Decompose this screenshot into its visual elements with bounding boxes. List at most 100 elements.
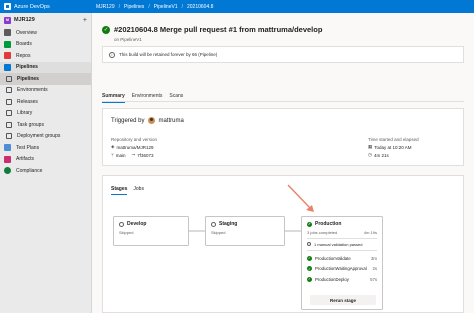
project-avatar: M — [4, 16, 11, 24]
breadcrumb-separator: / — [181, 3, 183, 10]
skipped-icon — [211, 221, 216, 227]
stage-develop[interactable]: Develop Skipped — [113, 216, 189, 246]
main-content: ✓ #20210604.8 Merge pull request #1 from… — [92, 13, 474, 313]
job-time: 2s — [372, 266, 377, 272]
job-name: ProductionDeploy — [315, 276, 349, 282]
tab-environments[interactable]: Environments — [132, 93, 163, 103]
compliance-icon — [4, 167, 11, 175]
tab-summary[interactable]: Summary — [102, 93, 125, 103]
sidebar-item-task-groups[interactable]: Task groups — [0, 119, 91, 131]
job-time: 3m — [371, 255, 377, 261]
project-name: MJR129 — [14, 17, 35, 23]
test-plans-icon — [4, 144, 11, 152]
retention-banner: i This build will be retained forever by… — [102, 46, 464, 63]
breadcrumb-run[interactable]: 20210604.8 — [187, 4, 213, 10]
sidebar-item-pipelines-section[interactable]: Pipelines — [0, 61, 91, 73]
run-tabs: Summary Environments Scans — [102, 93, 190, 103]
pipelines-sub-icon — [6, 75, 12, 82]
sidebar-item-label: Releases — [17, 98, 38, 105]
overview-icon — [4, 29, 11, 37]
jobs-summary: 3 jobs completed 4m 19s — [302, 230, 382, 235]
stage-status: Skipped — [211, 230, 226, 235]
branch-info: ᛘ main ⊸ 7f36073 — [111, 152, 154, 158]
success-check-icon: ✓ — [102, 25, 110, 34]
elapsed-text: 4m 21s — [373, 152, 389, 158]
job-row[interactable]: ✓ ProductionValidate 3m — [302, 253, 382, 264]
job-name: ProductionValidate — [315, 255, 351, 261]
pipeline-link[interactable]: on PipelineV1 — [114, 37, 142, 42]
stage-header: ✓ Production — [302, 217, 382, 227]
triggered-by: Triggered by mattruma — [111, 117, 184, 124]
sidebar-item-label: Artifacts — [16, 156, 35, 163]
sidebar-item-label: Repos — [16, 52, 31, 59]
azure-devops-logo-icon — [4, 3, 11, 10]
sidebar-item-label: Compliance — [16, 167, 43, 174]
success-check-icon: ✓ — [307, 276, 312, 282]
clock-icon: ◷ — [368, 152, 372, 157]
branch-icon: ᛘ — [111, 152, 114, 158]
commit-id[interactable]: 7f36073 — [137, 153, 153, 158]
sidebar-item-compliance[interactable]: Compliance — [0, 165, 91, 177]
stage-staging[interactable]: Staging Skipped — [205, 216, 285, 246]
sidebar-item-test-plans[interactable]: Test Plans — [0, 142, 91, 154]
sidebar-item-deployment-groups[interactable]: Deployment groups — [0, 131, 91, 143]
repo-name: mattruma/MJR129 — [116, 144, 154, 150]
triggered-by-label: Triggered by — [111, 117, 145, 124]
sidebar-item-label: Test Plans — [16, 144, 40, 151]
calendar-icon: ▦ — [368, 144, 373, 149]
tab-divider — [102, 101, 464, 102]
boards-icon — [4, 40, 11, 48]
stage-name: Production — [315, 221, 342, 227]
validation-text: 1 manual validation passed — [314, 241, 363, 247]
releases-icon — [6, 98, 12, 105]
sidebar-item-library[interactable]: Library — [0, 108, 91, 120]
top-bar: Azure DevOps MJR129 / Pipelines / Pipeli… — [0, 0, 474, 13]
triggered-by-user[interactable]: mattruma — [158, 118, 183, 124]
sidebar-item-label: Task groups — [17, 121, 44, 128]
breadcrumb-pipeline[interactable]: PipelineV1 — [154, 4, 178, 10]
success-check-icon: ✓ — [307, 266, 312, 272]
time-label: Time started and elapsed — [368, 137, 419, 142]
sidebar-item-label: Environments — [17, 87, 48, 94]
library-icon — [6, 110, 12, 117]
sidebar-item-repos[interactable]: Repos — [0, 50, 91, 62]
repo-label: Repository and version — [111, 137, 158, 142]
stages-card: Stages Jobs Develop Skipped Staging Skip… — [102, 175, 464, 313]
sidebar-item-releases[interactable]: Releases — [0, 96, 91, 108]
breadcrumb: MJR129 / Pipelines / PipelineV1 / 202106… — [92, 4, 213, 10]
started-text: Today at 10:20 AM — [374, 144, 412, 150]
job-row[interactable]: ✓ ProductionDeploy 57s — [302, 274, 382, 285]
repos-icon — [4, 52, 11, 60]
brand[interactable]: Azure DevOps — [0, 3, 92, 10]
sidebar-item-pipelines[interactable]: Pipelines — [0, 73, 91, 85]
info-icon: i — [109, 51, 115, 58]
validation-summary[interactable]: 1 manual validation passed — [302, 242, 382, 247]
stage-production[interactable]: ✓ Production 3 jobs completed 4m 19s 1 m… — [301, 216, 383, 310]
success-check-icon: ✓ — [307, 255, 312, 261]
breadcrumb-pipelines[interactable]: Pipelines — [124, 4, 144, 10]
sidebar-item-label: Boards — [16, 41, 32, 48]
sidebar-item-environments[interactable]: Environments — [0, 85, 91, 97]
breadcrumb-separator: / — [148, 3, 150, 10]
skipped-icon — [119, 221, 124, 227]
environments-icon — [6, 87, 12, 94]
brand-name: Azure DevOps — [14, 3, 50, 10]
breadcrumb-project[interactable]: MJR129 — [96, 4, 115, 10]
sidebar-item-label: Pipelines — [16, 64, 38, 71]
sidebar-item-overview[interactable]: Overview — [0, 27, 91, 39]
sidebar-item-label: Deployment groups — [17, 133, 61, 140]
annotation-arrow-head — [306, 205, 314, 212]
started-time: ▦ Today at 10:20 AM — [368, 144, 412, 150]
branch-name[interactable]: main — [116, 153, 126, 158]
sidebar-item-boards[interactable]: Boards — [0, 39, 91, 51]
project-selector[interactable]: M MJR129 + — [0, 13, 91, 27]
sidebar-item-artifacts[interactable]: Artifacts — [0, 154, 91, 166]
page-title: #20210604.8 Merge pull request #1 from m… — [114, 25, 323, 34]
add-icon[interactable]: + — [83, 17, 87, 24]
tab-scans[interactable]: Scans — [169, 93, 183, 103]
deployment-groups-icon — [6, 133, 12, 140]
job-row[interactable]: ✓ ProductionWaitingApproval 2s — [302, 264, 382, 275]
repo-link[interactable]: ◈ mattruma/MJR129 — [111, 144, 153, 150]
run-header: ✓ #20210604.8 Merge pull request #1 from… — [102, 25, 322, 34]
rerun-stage-button[interactable]: Rerun stage — [310, 295, 376, 305]
